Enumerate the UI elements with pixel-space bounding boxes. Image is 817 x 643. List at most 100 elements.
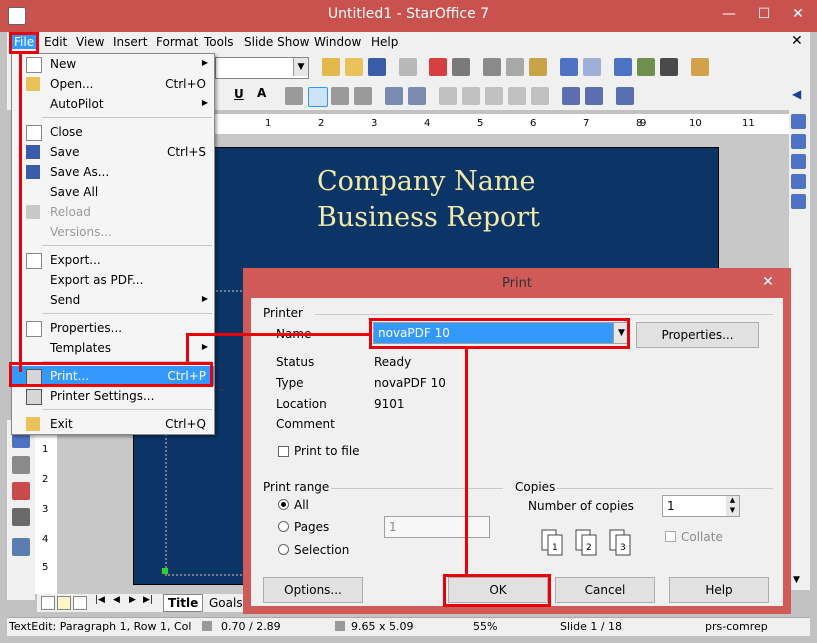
menu-item-properties[interactable]: Properties... <box>12 318 214 338</box>
data-sources-icon[interactable] <box>660 58 678 76</box>
paragraph-spacing-icon[interactable] <box>408 87 426 105</box>
insert-icon[interactable] <box>322 58 340 76</box>
line-spacing-icon[interactable] <box>385 87 403 105</box>
close-document-button[interactable]: ✕ <box>791 33 803 49</box>
print-icon[interactable] <box>452 58 470 76</box>
copy-icon[interactable] <box>506 58 524 76</box>
align-left-icon[interactable] <box>285 87 303 105</box>
menu-view[interactable]: View <box>76 35 104 49</box>
cut-icon[interactable] <box>483 58 501 76</box>
effects-icon[interactable] <box>12 482 30 500</box>
tab-goals[interactable]: Goals <box>205 595 247 611</box>
character-icon[interactable] <box>562 87 580 105</box>
open-folder-icon[interactable] <box>345 58 363 76</box>
cancel-button[interactable]: Cancel <box>555 577 655 603</box>
export-pdf-icon[interactable] <box>429 58 447 76</box>
menu-item-open[interactable]: Open... Ctrl+O <box>12 74 214 94</box>
slide-title-line2[interactable]: Business Report <box>317 202 540 233</box>
pages-input[interactable]: 1 <box>384 516 490 538</box>
previous-slide-icon[interactable]: ◀ <box>113 595 120 605</box>
tab-title[interactable]: Title <box>163 594 204 612</box>
slide-title-line1[interactable]: Company Name <box>317 166 535 197</box>
close-window-button[interactable]: ✕ <box>786 4 810 24</box>
outline-view-icon[interactable] <box>791 134 806 149</box>
align-center-icon[interactable] <box>308 87 328 107</box>
redo-icon[interactable] <box>583 58 601 76</box>
menu-format[interactable]: Format <box>156 35 198 49</box>
navigator-icon[interactable] <box>614 58 632 76</box>
first-slide-icon[interactable]: |◀ <box>95 595 105 605</box>
slide-sorter-icon[interactable] <box>791 154 806 169</box>
menu-item-printer-settings[interactable]: Printer Settings... <box>12 386 214 406</box>
menu-item-exit[interactable]: Exit Ctrl+Q <box>12 414 214 434</box>
expand-toolbar-icon[interactable]: ◀ <box>792 87 801 101</box>
underline-icon[interactable]: U <box>234 87 244 101</box>
menu-slide-show[interactable]: Slide Show <box>244 35 309 49</box>
dialog-close-button[interactable]: ✕ <box>755 272 781 292</box>
justify-icon[interactable] <box>354 87 372 105</box>
next-slide-icon[interactable]: ▶ <box>129 595 136 605</box>
gallery-icon[interactable] <box>637 58 655 76</box>
spin-up-icon[interactable]: ▲ <box>726 496 739 506</box>
range-selection-radio[interactable] <box>278 544 289 555</box>
selection-handle[interactable] <box>162 568 168 574</box>
3d-objects-icon[interactable] <box>12 508 30 526</box>
menu-insert[interactable]: Insert <box>113 35 147 49</box>
view-mode-icon[interactable] <box>791 114 806 129</box>
print-to-file-checkbox[interactable] <box>278 446 289 457</box>
print-to-file-label[interactable]: Print to file <box>294 444 360 458</box>
handout-view-icon[interactable] <box>791 194 806 209</box>
notes-view-icon[interactable] <box>57 596 71 610</box>
menu-item-save[interactable]: Save Ctrl+S <box>12 142 214 162</box>
align-right-icon[interactable] <box>331 87 349 105</box>
range-all-label[interactable]: All <box>294 498 309 512</box>
menu-item-save-as[interactable]: Save As... <box>12 162 214 182</box>
menu-item-new[interactable]: New ▶ <box>12 54 214 74</box>
paragraph-icon[interactable] <box>585 87 603 105</box>
bullets-icon[interactable] <box>616 87 634 105</box>
zoom-icon[interactable] <box>691 58 709 76</box>
menu-item-autopilot[interactable]: AutoPilot ▶ <box>12 94 214 114</box>
last-slide-icon[interactable]: ▶| <box>143 595 153 605</box>
undo-icon[interactable] <box>560 58 578 76</box>
menu-window[interactable]: Window <box>314 35 361 49</box>
menu-help[interactable]: Help <box>371 35 398 49</box>
chevron-down-icon[interactable]: ▼ <box>293 58 308 76</box>
paste-icon[interactable] <box>529 58 547 76</box>
slide-show-icon[interactable] <box>12 538 30 556</box>
arrow-right-icon[interactable] <box>462 87 480 105</box>
collate-label[interactable]: Collate <box>681 530 723 544</box>
shadow-icon[interactable]: A <box>257 86 266 100</box>
notes-view-icon[interactable] <box>791 174 806 189</box>
text-tool-icon[interactable] <box>12 456 30 474</box>
menu-edit[interactable]: Edit <box>44 35 67 49</box>
edit-file-icon[interactable] <box>399 58 417 76</box>
range-pages-radio[interactable] <box>278 521 289 532</box>
maximize-button[interactable]: ☐ <box>752 4 776 24</box>
status-zoom[interactable]: 55% <box>473 620 497 633</box>
handout-view-icon[interactable] <box>73 596 87 610</box>
menu-item-templates[interactable]: Templates ▶ <box>12 338 214 358</box>
arrow-up-icon[interactable] <box>485 87 503 105</box>
options-button[interactable]: Options... <box>263 577 363 603</box>
spin-down-icon[interactable]: ▼ <box>726 506 739 516</box>
minimize-button[interactable]: — <box>717 4 741 24</box>
save-icon[interactable] <box>368 58 386 76</box>
scroll-down-icon[interactable]: ▼ <box>793 575 800 585</box>
menu-item-save-all[interactable]: Save All <box>12 182 214 202</box>
arrow-left-icon[interactable] <box>439 87 457 105</box>
help-button[interactable]: Help <box>669 577 769 603</box>
range-selection-label[interactable]: Selection <box>294 543 349 557</box>
menu-item-export[interactable]: Export... <box>12 250 214 270</box>
properties-button[interactable]: Properties... <box>636 322 759 348</box>
range-all-radio[interactable] <box>278 499 289 510</box>
menu-item-close[interactable]: Close <box>12 122 214 142</box>
range-pages-label[interactable]: Pages <box>294 520 329 534</box>
arrow-down-alt-icon[interactable] <box>531 87 549 105</box>
menu-tools[interactable]: Tools <box>204 35 234 49</box>
menu-item-send[interactable]: Send ▶ <box>12 290 214 310</box>
menu-item-export-pdf[interactable]: Export as PDF... <box>12 270 214 290</box>
drawing-view-icon[interactable] <box>41 596 55 610</box>
collate-checkbox[interactable] <box>665 531 676 542</box>
arrow-down-icon[interactable] <box>508 87 526 105</box>
